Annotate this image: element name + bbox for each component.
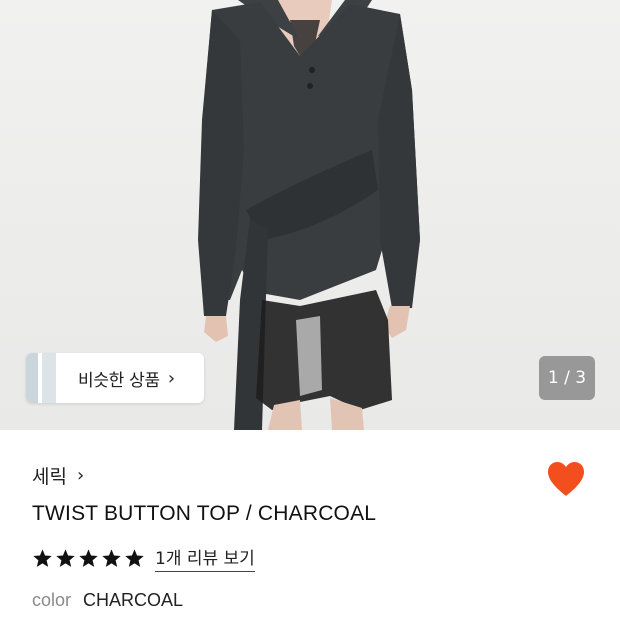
rating-row: 1개 리뷰 보기 <box>32 544 255 572</box>
brand-link[interactable]: 세릭 › <box>32 462 84 489</box>
similar-products-thumbnail <box>26 353 56 403</box>
star-icon <box>56 548 75 567</box>
review-link[interactable]: 1개 리뷰 보기 <box>155 544 255 572</box>
star-icon <box>33 548 52 567</box>
chevron-right-icon: › <box>76 465 85 486</box>
star-icon <box>102 548 121 567</box>
color-label: color <box>32 590 72 610</box>
image-page-indicator: 1 / 3 <box>539 356 595 400</box>
product-image-gallery[interactable]: 비슷한 상품 › 1 / 3 <box>0 0 620 430</box>
color-row: color CHARCOAL <box>32 590 183 611</box>
product-title: TWIST BUTTON TOP / CHARCOAL <box>32 502 377 525</box>
star-icon <box>125 548 144 567</box>
brand-name: 세릭 <box>32 466 67 488</box>
rating-stars <box>32 548 145 569</box>
similar-products-label: 비슷한 상품 <box>78 370 160 391</box>
chevron-right-icon: › <box>167 367 176 389</box>
color-value: CHARCOAL <box>83 590 184 610</box>
star-icon <box>79 548 98 567</box>
similar-products-button[interactable]: 비슷한 상품 › <box>26 353 204 403</box>
heart-icon[interactable] <box>546 460 586 498</box>
